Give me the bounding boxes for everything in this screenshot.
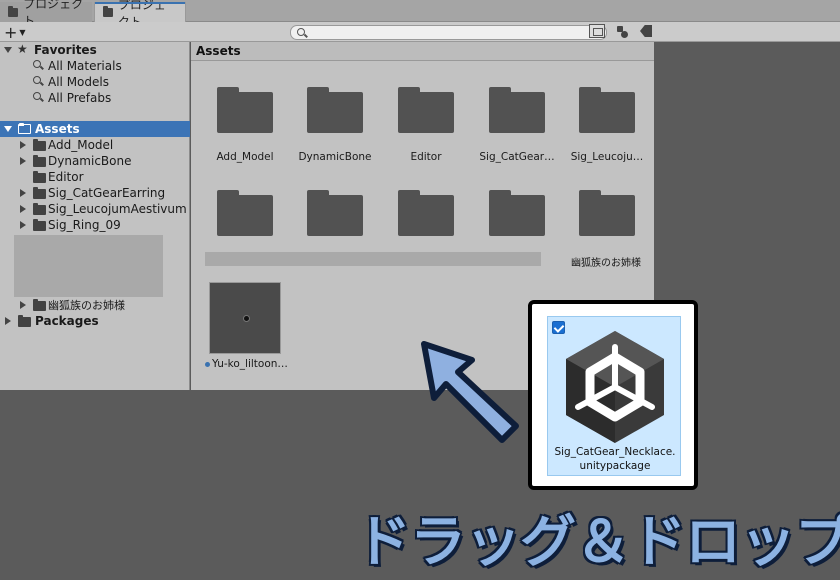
- tree-item-folder[interactable]: 幽狐族のお姉様: [0, 297, 190, 313]
- breadcrumb: Assets: [191, 42, 654, 61]
- asset-label: DynamicBone: [298, 151, 372, 163]
- folder-icon[interactable]: [398, 190, 454, 236]
- tree-item-folder[interactable]: Editor: [0, 169, 190, 185]
- asset-label: Yu-ko_liltoon…: [205, 358, 295, 370]
- expand-right-icon[interactable]: [20, 205, 26, 213]
- material-name: Yu-ko_liltoon…: [212, 358, 288, 370]
- expand-right-icon[interactable]: [5, 317, 11, 325]
- folder-icon[interactable]: [579, 190, 635, 236]
- folder-icon[interactable]: [579, 87, 635, 133]
- package-file-name: Sig_CatGear_Necklace. unitypackage: [548, 445, 682, 473]
- drag-arrow-icon: [421, 341, 519, 443]
- tree-label: Editor: [48, 170, 84, 184]
- tree-item-folder[interactable]: Add_Model: [0, 137, 190, 153]
- folder-icon: [33, 139, 46, 151]
- status-dot: [205, 361, 210, 367]
- tree-label: Assets: [35, 122, 80, 136]
- file-name-line: unitypackage: [579, 460, 651, 472]
- expand-down-icon[interactable]: [4, 47, 12, 53]
- tab-bar: プロジェクト プロジェクト: [0, 0, 840, 29]
- tree-item-folder[interactable]: DynamicBone: [0, 153, 190, 169]
- tree-label: Sig_Ring_09: [48, 218, 121, 232]
- tree-item-folder[interactable]: Sig_Ring_09: [0, 217, 190, 233]
- unity-package-icon: [566, 331, 664, 443]
- plus-icon: +: [4, 22, 18, 42]
- hidden-labels-bar: [205, 252, 541, 266]
- folder-icon: [18, 315, 31, 327]
- tree-label: Sig_CatGearEarring: [48, 186, 166, 200]
- tree-label: Add_Model: [48, 138, 114, 152]
- tree-label: 幽狐族のお姉様: [48, 299, 125, 312]
- folder-icon[interactable]: [217, 190, 273, 236]
- hidden-area: [14, 235, 163, 297]
- asset-label: Add_Model: [216, 151, 274, 163]
- tree-item-favorite[interactable]: All Materials: [0, 58, 190, 74]
- folder-icon[interactable]: [217, 87, 273, 133]
- package-file-card: Sig_CatGear_Necklace. unitypackage: [528, 300, 698, 490]
- tree-label: Sig_LeucojumAestivum: [48, 202, 187, 216]
- project-toolbar: + ▼: [0, 22, 840, 42]
- folder-icon: [33, 299, 46, 311]
- search-icon: [33, 76, 41, 84]
- folder-tree: ★ Favorites All Materials All Models All…: [0, 42, 190, 390]
- expand-down-icon[interactable]: [4, 126, 12, 132]
- tree-label: DynamicBone: [48, 154, 132, 168]
- tag-icon[interactable]: [640, 25, 652, 37]
- package-file-item[interactable]: Sig_CatGear_Necklace. unitypackage: [547, 316, 681, 476]
- star-icon: ★: [17, 42, 28, 56]
- material-preview-dot: [244, 316, 249, 321]
- tree-item-packages[interactable]: Packages: [0, 313, 190, 329]
- tree-label: All Materials: [48, 59, 122, 73]
- search-icon: [297, 28, 305, 36]
- asset-label: Editor: [410, 151, 442, 163]
- folder-icon: [33, 171, 46, 183]
- folder-icon: [33, 155, 46, 167]
- folder-open-icon: [18, 123, 31, 134]
- folder-icon: [33, 219, 46, 231]
- folder-icon: [33, 187, 46, 199]
- asset-label: Sig_Leucoju…: [570, 151, 644, 163]
- folder-icon: [33, 203, 46, 215]
- folder-icon: [8, 5, 19, 17]
- material-thumbnail[interactable]: [209, 282, 281, 354]
- file-name-line: Sig_CatGear_Necklace.: [554, 446, 676, 458]
- filter-type-icon[interactable]: [615, 24, 631, 40]
- create-button[interactable]: + ▼: [4, 22, 34, 42]
- search-icon: [33, 60, 41, 68]
- expand-right-icon[interactable]: [20, 141, 26, 149]
- expand-right-icon[interactable]: [20, 301, 26, 309]
- chevron-down-icon: ▼: [19, 27, 26, 37]
- tree-item-favorite[interactable]: All Models: [0, 74, 190, 90]
- folder-icon: [103, 6, 113, 17]
- asset-label: 幽狐族のお姉様: [571, 258, 641, 269]
- tree-item-folder[interactable]: Sig_CatGearEarring: [0, 185, 190, 201]
- folder-icon[interactable]: [489, 190, 545, 236]
- expand-right-icon[interactable]: [20, 221, 26, 229]
- tree-item-assets[interactable]: Assets: [0, 121, 190, 137]
- folder-icon[interactable]: [489, 87, 545, 133]
- folder-icon[interactable]: [398, 87, 454, 133]
- search-by-type-button[interactable]: [589, 24, 605, 38]
- asset-label: Sig_CatGear…: [479, 151, 555, 163]
- tree-item-favorite[interactable]: All Prefabs: [0, 90, 190, 106]
- tree-item-favorites[interactable]: ★ Favorites: [0, 42, 190, 58]
- tree-label: Packages: [35, 314, 99, 328]
- tree-label: Favorites: [34, 43, 97, 57]
- expand-right-icon[interactable]: [20, 189, 26, 197]
- tree-label: All Models: [48, 75, 109, 89]
- drag-and-drop-caption: ドラッグ＆ドロップ: [354, 509, 840, 577]
- folder-icon[interactable]: [307, 190, 363, 236]
- tab-project-1[interactable]: プロジェクト: [0, 0, 92, 28]
- search-icon: [33, 92, 41, 100]
- tree-item-folder[interactable]: Sig_LeucojumAestivum: [0, 201, 190, 217]
- tab-project-2[interactable]: プロジェクト: [94, 0, 186, 29]
- search-input[interactable]: [290, 25, 607, 40]
- tree-label: All Prefabs: [48, 91, 112, 105]
- folder-icon[interactable]: [307, 87, 363, 133]
- expand-right-icon[interactable]: [20, 157, 26, 165]
